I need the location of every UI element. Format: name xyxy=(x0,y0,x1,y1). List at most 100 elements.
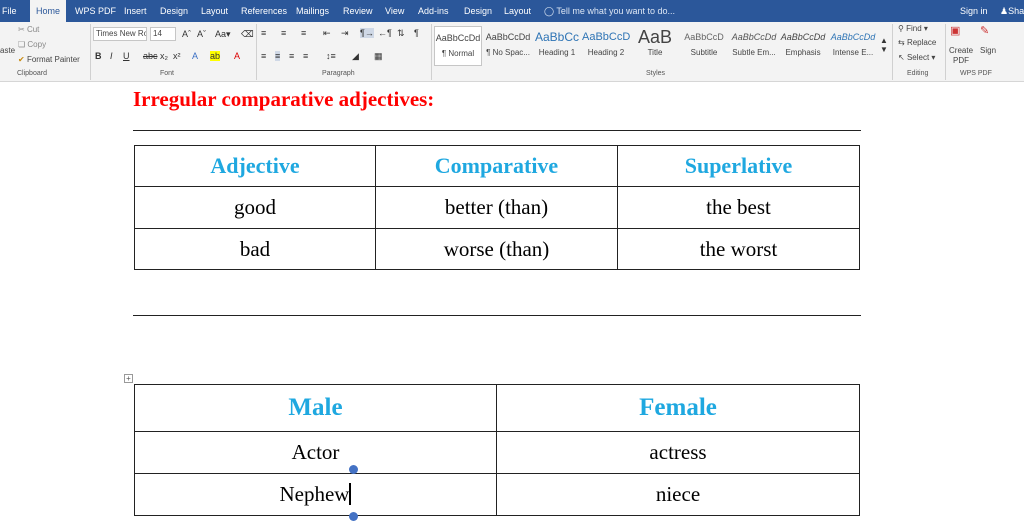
table-cell[interactable]: Actor xyxy=(134,431,497,474)
font-size-select[interactable]: 14 xyxy=(150,27,176,41)
tab-table-design[interactable]: Design xyxy=(464,0,492,22)
table-cell[interactable]: actress xyxy=(496,431,860,474)
style-heading-2[interactable]: AaBbCcD Heading 2 xyxy=(582,26,630,66)
table-move-handle-icon[interactable]: + xyxy=(124,374,133,383)
tab-references[interactable]: References xyxy=(241,0,287,22)
show-marks-icon[interactable]: ¶ xyxy=(414,28,419,38)
format-painter-button[interactable]: ✔ Format Painter xyxy=(18,55,80,64)
strikethrough-icon[interactable]: abc xyxy=(143,51,158,61)
style-title[interactable]: AaB Title xyxy=(631,26,679,66)
table-cell[interactable]: the best xyxy=(617,186,860,229)
rtl-icon[interactable]: ←¶ xyxy=(378,28,392,38)
style-normal[interactable]: AaBbCcDd ¶ Normal xyxy=(434,26,482,66)
style-subtitle[interactable]: AaBbCcD Subtitle xyxy=(680,26,728,66)
italic-icon[interactable]: I xyxy=(110,51,113,61)
numbering-icon[interactable]: ≡ xyxy=(281,28,286,38)
align-center-icon[interactable]: ≡ xyxy=(275,51,281,61)
shading-icon[interactable]: ◢ xyxy=(352,51,359,62)
underline-icon[interactable]: U xyxy=(123,51,130,61)
table-header-cell[interactable]: Male xyxy=(134,384,497,432)
style-emphasis[interactable]: AaBbCcDd Emphasis xyxy=(779,26,827,66)
format-painter-label: Format Painter xyxy=(26,55,80,64)
divider xyxy=(431,24,432,80)
paste-button[interactable]: aste xyxy=(0,46,15,55)
multilevel-list-icon[interactable]: ≡ xyxy=(301,28,306,38)
wps-pdf-group-label: WPS PDF xyxy=(960,70,992,77)
document-page[interactable]: Irregular comparative adjectives: Adject… xyxy=(0,82,1024,521)
style-heading-1[interactable]: AaBbCc Heading 1 xyxy=(533,26,581,66)
grow-font-icon[interactable]: Aˆ xyxy=(182,29,191,39)
table-header-cell[interactable]: Comparative xyxy=(375,145,618,187)
tab-mailings[interactable]: Mailings xyxy=(296,0,329,22)
replace-button[interactable]: ⇆ Replace xyxy=(898,38,936,47)
sign-in-link[interactable]: Sign in xyxy=(960,0,988,22)
tab-file[interactable]: File xyxy=(2,0,17,22)
superscript-icon[interactable]: x² xyxy=(173,51,181,61)
highlight-icon[interactable]: ab xyxy=(210,51,221,61)
increase-indent-icon[interactable]: ⇥ xyxy=(341,28,349,39)
tab-design[interactable]: Design xyxy=(160,0,188,22)
align-right-icon[interactable]: ≡ xyxy=(289,51,294,61)
subscript-icon[interactable]: x₂ xyxy=(160,51,168,61)
tab-insert[interactable]: Insert xyxy=(124,0,147,22)
cut-button[interactable]: ✂ Cut xyxy=(18,25,39,34)
tab-layout[interactable]: Layout xyxy=(201,0,228,22)
table-cell-active[interactable]: Nephew xyxy=(134,473,497,516)
clipboard-group-label: Clipboard xyxy=(17,70,47,77)
line-spacing-icon[interactable]: ↕≡ xyxy=(326,51,336,61)
table-header-cell[interactable]: Female xyxy=(496,384,860,432)
create-pdf-button[interactable]: Create PDF xyxy=(949,46,973,66)
table-header-cell[interactable]: Adjective xyxy=(134,145,376,187)
find-button[interactable]: ⚲ Find ▾ xyxy=(898,24,928,33)
copy-button[interactable]: ❏ Copy xyxy=(18,40,46,49)
tab-review[interactable]: Review xyxy=(343,0,373,22)
divider xyxy=(256,24,257,80)
change-case-icon[interactable]: Aa▾ xyxy=(215,29,231,40)
comparatives-table[interactable]: Adjective Comparative Superlative good b… xyxy=(134,145,860,270)
style-sample: AaBbCcDd xyxy=(780,32,826,42)
style-no-spacing[interactable]: AaBbCcDd ¶ No Spac... xyxy=(484,26,532,66)
table-cell[interactable]: worse (than) xyxy=(375,228,618,270)
style-intense-emphasis[interactable]: AaBbCcDd Intense E... xyxy=(829,26,877,66)
table-cell[interactable]: niece xyxy=(496,473,860,516)
tab-view[interactable]: View xyxy=(385,0,404,22)
font-color-icon[interactable]: A xyxy=(234,51,240,61)
decrease-indent-icon[interactable]: ⇤ xyxy=(323,28,331,39)
share-button[interactable]: ♟Shar xyxy=(1000,0,1024,22)
ltr-icon[interactable]: ¶→ xyxy=(360,28,374,38)
borders-icon[interactable]: ▦ xyxy=(374,51,383,62)
tell-me-box[interactable]: ◯ Tell me what you want to do... xyxy=(544,0,675,22)
style-sample: AaBbCcDd xyxy=(830,32,876,42)
tab-add-ins[interactable]: Add-ins xyxy=(418,0,449,22)
justify-icon[interactable]: ≡ xyxy=(303,51,308,61)
gender-nouns-table[interactable]: Male Female Actor actress Nephew niece xyxy=(134,384,860,516)
style-label: Heading 2 xyxy=(587,48,625,57)
font-name-select[interactable]: Times New Ro xyxy=(93,27,147,41)
bullets-icon[interactable]: ≡ xyxy=(261,28,266,38)
table-row: good better (than) the best xyxy=(134,186,860,229)
table-header-cell[interactable]: Superlative xyxy=(617,145,860,187)
align-left-icon[interactable]: ≡ xyxy=(261,51,266,61)
bold-icon[interactable]: B xyxy=(95,51,102,61)
sort-icon[interactable]: ⇅ xyxy=(397,28,405,39)
tab-wps-pdf[interactable]: WPS PDF xyxy=(75,0,116,22)
styles-group-label: Styles xyxy=(646,70,666,77)
table-cell[interactable]: better (than) xyxy=(375,186,618,229)
pdf-icon: ▣ xyxy=(950,25,961,37)
shrink-font-icon[interactable]: Aˇ xyxy=(197,29,206,39)
table-cell[interactable]: bad xyxy=(134,228,376,270)
paragraph-group-label: Paragraph xyxy=(322,70,355,77)
tab-home[interactable]: Home xyxy=(30,0,67,22)
clear-format-icon[interactable]: ⌫ xyxy=(241,29,254,40)
styles-scroll-icon[interactable]: ▲ ▼ xyxy=(880,36,888,54)
select-button[interactable]: ↖ Select ▾ xyxy=(898,53,935,62)
horizontal-rule xyxy=(133,130,861,131)
style-subtle-emphasis[interactable]: AaBbCcDd Subtle Em... xyxy=(730,26,778,66)
table-cell[interactable]: the worst xyxy=(617,228,860,270)
sign-button[interactable]: Sign xyxy=(980,46,996,55)
replace-label: Replace xyxy=(906,38,937,47)
table-cell[interactable]: good xyxy=(134,186,376,229)
selection-handle[interactable] xyxy=(349,465,358,474)
text-effects-icon[interactable]: A xyxy=(192,51,198,61)
tab-table-layout[interactable]: Layout xyxy=(504,0,531,22)
